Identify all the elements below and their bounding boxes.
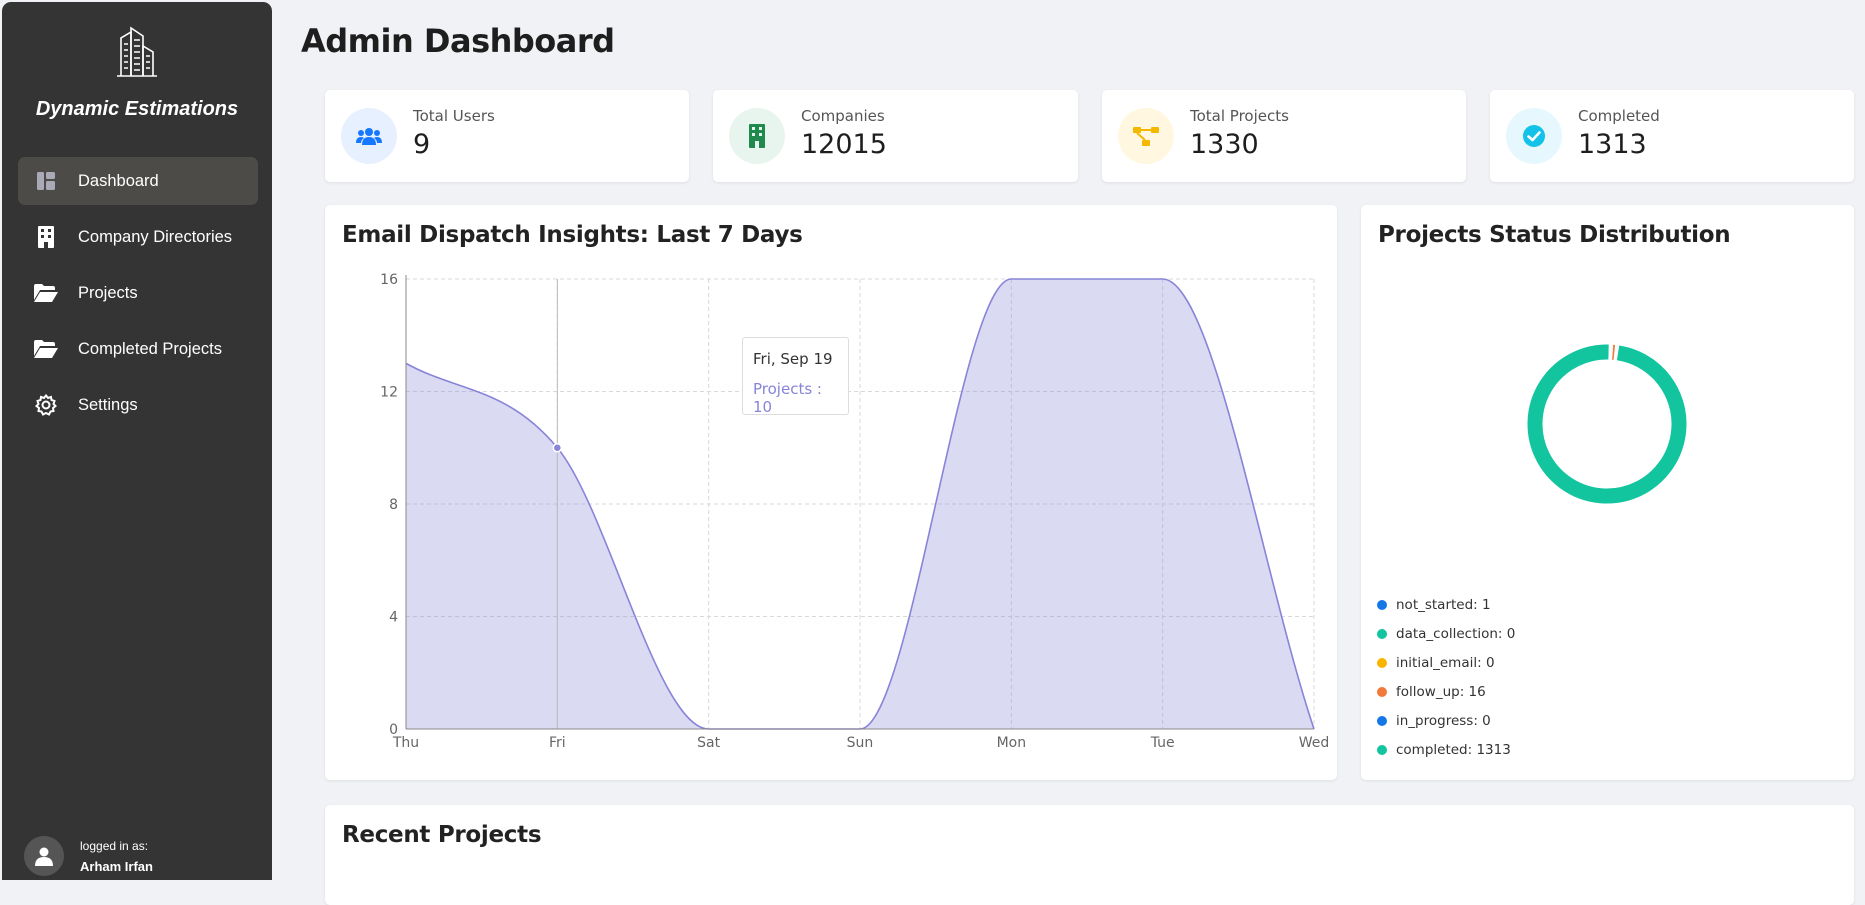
stat-card-total-projects: Total Projects 1330	[1102, 90, 1466, 182]
sidebar-item-label: Company Directories	[78, 228, 232, 247]
legend-dot	[1377, 745, 1387, 755]
check-circle-icon	[1506, 108, 1562, 164]
legend-item: completed: 1313	[1377, 735, 1515, 764]
recent-projects-title: Recent Projects	[342, 822, 541, 848]
x-tick-label: Tue	[1150, 735, 1175, 751]
legend-label: not_started: 1	[1396, 597, 1491, 613]
stat-value: 12015	[801, 129, 887, 160]
legend-dot	[1377, 687, 1387, 697]
x-tick-label: Sat	[697, 735, 720, 751]
legend-item: follow_up: 16	[1377, 677, 1515, 706]
legend-dot	[1377, 716, 1387, 726]
sidebar-item-dashboard[interactable]: Dashboard	[18, 157, 258, 205]
avatar[interactable]	[24, 836, 64, 876]
stat-value: 1330	[1190, 129, 1289, 160]
brand-name: Dynamic Estimations	[2, 98, 272, 121]
legend-label: data_collection: 0	[1396, 626, 1515, 642]
recent-projects-card: Recent Projects	[325, 805, 1854, 905]
dashboard-icon	[32, 169, 60, 193]
stat-value: 9	[413, 129, 495, 160]
donut-slice-completed[interactable]	[1535, 352, 1679, 496]
x-tick-label: Thu	[392, 735, 419, 751]
logo	[2, 24, 272, 78]
legend-item: in_progress: 0	[1377, 706, 1515, 735]
y-tick-label: 16	[380, 272, 398, 288]
building-icon	[32, 225, 60, 249]
tooltip-value: Projects : 10	[753, 380, 838, 416]
sidebar-nav: Dashboard Company Directories Projects C…	[18, 157, 258, 437]
status-distribution-card: Projects Status Distribution not_started…	[1361, 205, 1854, 780]
users-icon	[341, 108, 397, 164]
buildings-logo-icon	[115, 24, 159, 78]
tooltip-date: Fri, Sep 19	[753, 350, 838, 368]
user-name: Arham Irfan	[80, 859, 153, 874]
folder-open-icon	[32, 281, 60, 305]
legend-item: not_started: 1	[1377, 590, 1515, 619]
chart-tooltip: Fri, Sep 19 Projects : 10	[742, 337, 849, 415]
legend-dot	[1377, 658, 1387, 668]
stat-label: Completed	[1578, 107, 1660, 125]
legend-label: in_progress: 0	[1396, 713, 1491, 729]
legend-item: data_collection: 0	[1377, 619, 1515, 648]
sidebar-item-label: Settings	[78, 396, 138, 415]
project-diagram-icon	[1118, 108, 1174, 164]
stat-label: Companies	[801, 107, 887, 125]
stat-card-completed: Completed 1313	[1490, 90, 1854, 182]
status-donut-chart[interactable]	[1361, 205, 1854, 585]
stat-label: Total Users	[413, 107, 495, 125]
email-dispatch-chart[interactable]: 0481216ThuFriSatSunMonTueWed	[325, 205, 1337, 780]
stat-label: Total Projects	[1190, 107, 1289, 125]
sidebar-item-label: Completed Projects	[78, 340, 222, 359]
folder-open-icon	[32, 337, 60, 361]
status-legend: not_started: 1 data_collection: 0 initia…	[1377, 590, 1515, 764]
sidebar-item-completed-projects[interactable]: Completed Projects	[18, 325, 258, 373]
legend-label: completed: 1313	[1396, 742, 1511, 758]
sidebar-item-company-directories[interactable]: Company Directories	[18, 213, 258, 261]
sidebar-item-label: Dashboard	[78, 172, 159, 191]
sidebar: Dynamic Estimations Dashboard Company Di…	[2, 2, 272, 880]
stat-value: 1313	[1578, 129, 1660, 160]
sidebar-item-label: Projects	[78, 284, 138, 303]
legend-label: initial_email: 0	[1396, 655, 1495, 671]
x-tick-label: Wed	[1299, 735, 1330, 751]
data-point	[553, 444, 561, 452]
page-title: Admin Dashboard	[301, 22, 615, 60]
x-tick-label: Sun	[847, 735, 874, 751]
logged-in-label: logged in as:	[80, 839, 153, 853]
sidebar-item-settings[interactable]: Settings	[18, 381, 258, 429]
x-tick-label: Fri	[549, 735, 566, 751]
legend-dot	[1377, 600, 1387, 610]
stat-card-total-users: Total Users 9	[325, 90, 689, 182]
legend-item: initial_email: 0	[1377, 648, 1515, 677]
stat-card-companies: Companies 12015	[713, 90, 1078, 182]
user-info: logged in as: Arham Irfan	[24, 836, 153, 876]
y-tick-label: 12	[380, 385, 398, 401]
y-tick-label: 4	[389, 610, 398, 626]
gear-icon	[32, 393, 60, 417]
legend-label: follow_up: 16	[1396, 684, 1486, 700]
y-tick-label: 8	[389, 497, 398, 513]
x-tick-label: Mon	[997, 735, 1027, 751]
sidebar-item-projects[interactable]: Projects	[18, 269, 258, 317]
user-icon	[34, 846, 54, 866]
building-icon	[729, 108, 785, 164]
legend-dot	[1377, 629, 1387, 639]
